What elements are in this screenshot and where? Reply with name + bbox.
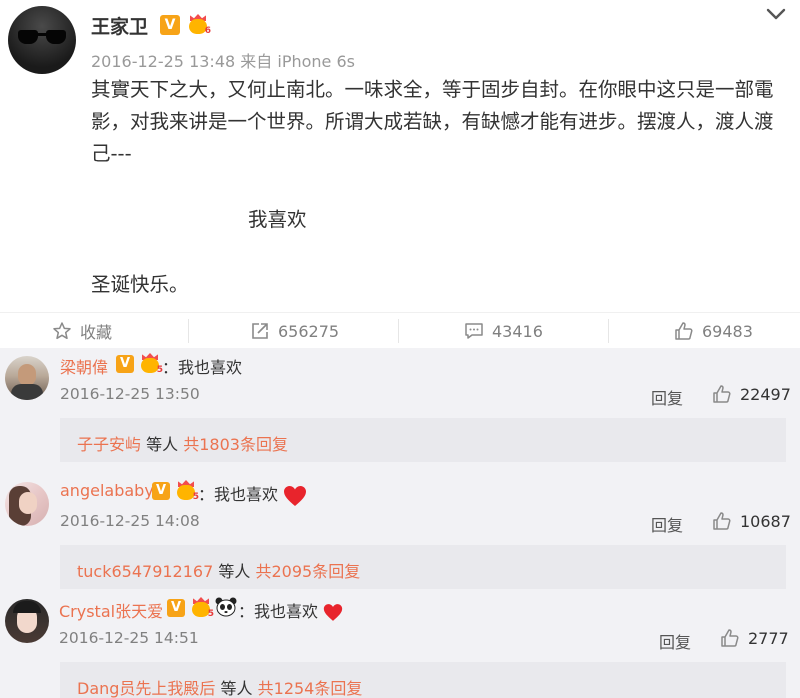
thread-count[interactable]: 共1803条回复 [183, 435, 288, 454]
comment-list: 梁朝偉 V 5 ：我也喜欢 2016-12-25 13:50 回复 22497 … [0, 348, 800, 698]
post-action-bar: 收藏 656275 43416 69483 [0, 312, 800, 348]
like-count: 69483 [702, 321, 753, 341]
reply-button[interactable]: 回复 [659, 629, 691, 653]
comment-time: 2016-12-25 14:08 [60, 512, 200, 530]
divider [188, 319, 189, 343]
thread-user[interactable]: Dang员先上我殿后 [77, 679, 215, 698]
thread-user[interactable]: 子子安屿 [77, 435, 141, 454]
comment-text-content: ：我也喜欢 [198, 485, 279, 504]
comment-text: ：我也喜欢 [198, 481, 307, 507]
divider [398, 319, 399, 343]
commenter-avatar[interactable] [5, 356, 49, 400]
comment-like-button[interactable]: 2777 [720, 628, 789, 648]
divider [608, 319, 609, 343]
comment-count: 43416 [492, 321, 543, 341]
comment-time: 2016-12-25 13:50 [60, 385, 200, 403]
verified-v-icon: V [160, 15, 180, 35]
comment-time: 2016-12-25 14:51 [59, 629, 199, 647]
source-prefix: 来自 [240, 52, 273, 71]
commenter-avatar[interactable] [5, 599, 49, 643]
level-number: 6 [204, 26, 211, 36]
comment-text: ：我也喜欢 [238, 598, 343, 622]
comment-text-content: ：我也喜欢 [238, 602, 319, 621]
commenter-name[interactable]: angelababy [60, 481, 154, 500]
author-name[interactable]: 王家卫 [91, 12, 148, 39]
comment-like-button[interactable]: 22497 [712, 384, 791, 404]
author-avatar[interactable] [8, 6, 76, 74]
reply-button[interactable]: 回复 [651, 385, 683, 409]
comment-like-count: 10687 [740, 511, 791, 531]
thumbs-up-icon [675, 322, 693, 340]
favorite-label: 收藏 [80, 323, 113, 342]
crown-level-icon: 5 [139, 352, 163, 375]
post-meta: 2016-12-25 13:48 来自 iPhone 6s [91, 48, 355, 72]
post-line: 影，对我来讲是一个世界。所谓大成若缺，有缺憾才能有进步。摆渡人，渡人渡 [91, 110, 774, 133]
post-center-line: 我喜欢 [248, 208, 307, 231]
crown-level-icon: 6 [187, 13, 211, 36]
comment-like-button[interactable]: 10687 [712, 511, 791, 531]
reply-thread-summary: Dang员先上我殿后 等人 共1254条回复 [77, 675, 362, 698]
star-icon [53, 322, 71, 340]
commenter-avatar[interactable] [5, 482, 49, 526]
weibo-post: 王家卫 V 6 2016-12-25 13:48 来自 iPhone 6s 其實… [0, 0, 800, 312]
thread-count[interactable]: 共1254条回复 [258, 679, 363, 698]
commenter-name[interactable]: 梁朝偉 [60, 354, 108, 378]
repost-button[interactable]: 656275 [250, 313, 339, 349]
thread-mid: 等人 [218, 562, 251, 581]
thumbs-up-icon [713, 385, 731, 403]
post-line: 己--- [91, 142, 132, 165]
verified-v-icon: V [116, 355, 134, 373]
comment-like-count: 22497 [740, 384, 791, 404]
thread-mid: 等人 [146, 435, 179, 454]
heart-icon [323, 604, 343, 621]
comment-button[interactable]: 43416 [464, 313, 543, 349]
share-arrow-icon [252, 323, 268, 339]
thread-mid: 等人 [220, 679, 253, 698]
comment-bubble-icon [465, 323, 483, 339]
comment-text: ：我也喜欢 [162, 358, 243, 377]
crown-level-icon: 5 [190, 596, 214, 619]
post-source: iPhone 6s [277, 52, 355, 71]
post-line: 其實天下之大，又何止南北。一味求全，等于固步自封。在你眼中这只是一部電 [91, 78, 774, 101]
chevron-down-icon[interactable] [764, 4, 788, 24]
like-button[interactable]: 69483 [674, 313, 753, 349]
commenter-name[interactable]: Crystal张天爱 [59, 598, 163, 622]
reply-thread-box[interactable]: 子子安屿 等人 共1803条回复 [60, 418, 786, 462]
thumbs-up-icon [713, 512, 731, 530]
post-tail-line: 圣诞快乐。 [91, 273, 189, 296]
verified-v-icon: V [152, 482, 170, 500]
thread-user[interactable]: tuck6547912167 [77, 562, 213, 581]
favorite-button[interactable]: 收藏 [52, 313, 112, 349]
reply-button[interactable]: 回复 [651, 512, 683, 536]
panda-icon [215, 597, 237, 617]
reply-thread-box[interactable]: Dang员先上我殿后 等人 共1254条回复 [60, 662, 786, 698]
verified-v-icon: V [167, 599, 185, 617]
thumbs-up-icon [721, 629, 739, 647]
heart-icon [284, 485, 307, 506]
level-number: 5 [207, 609, 214, 619]
crown-level-icon: 5 [175, 479, 199, 502]
comment-like-count: 2777 [748, 628, 789, 648]
repost-count: 656275 [278, 321, 340, 341]
post-timestamp: 2016-12-25 13:48 [91, 52, 236, 71]
reply-thread-summary: tuck6547912167 等人 共2095条回复 [77, 558, 360, 582]
reply-thread-box[interactable]: tuck6547912167 等人 共2095条回复 [60, 545, 786, 589]
reply-thread-summary: 子子安屿 等人 共1803条回复 [77, 431, 288, 455]
sunglasses-icon [18, 30, 66, 44]
thread-count[interactable]: 共2095条回复 [255, 562, 360, 581]
post-body: 其實天下之大，又何止南北。一味求全，等于固步自封。在你眼中这只是一部電 影，对我… [91, 74, 781, 170]
